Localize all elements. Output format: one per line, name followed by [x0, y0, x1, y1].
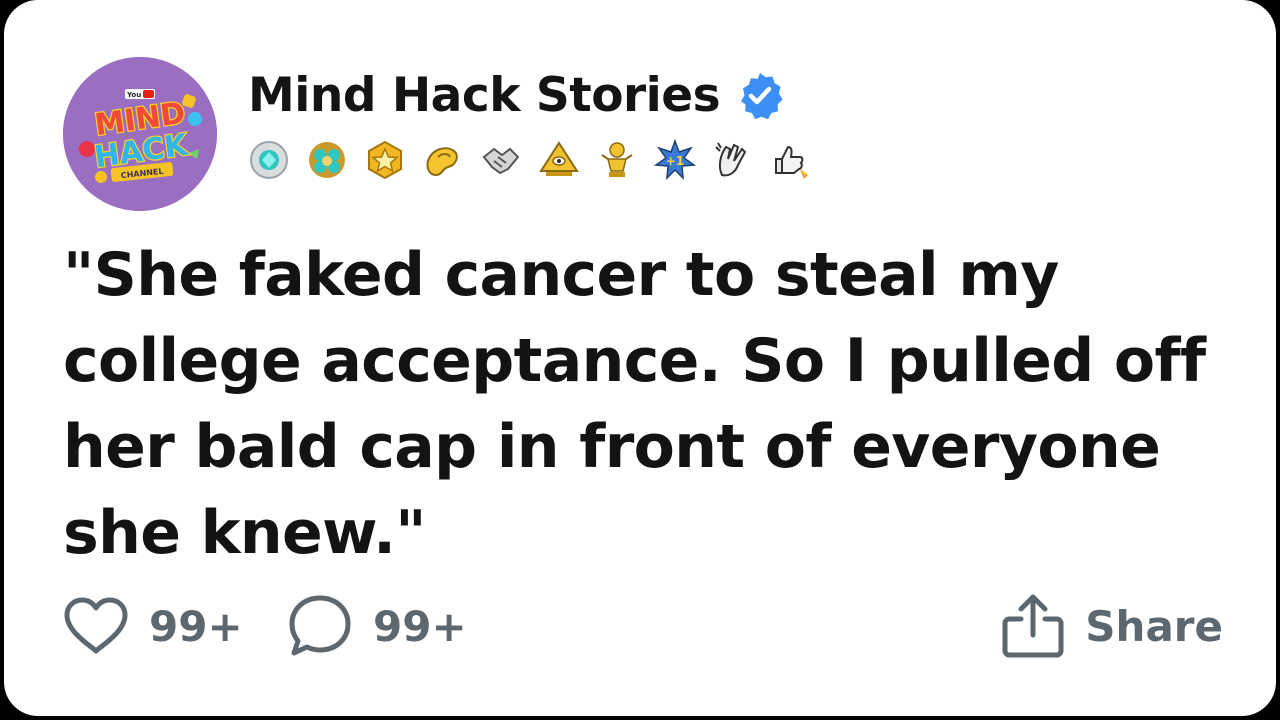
gold-pyramid-badge-icon	[538, 139, 580, 181]
mind-hack-logo-icon: You MIND HACK CHANNEL	[63, 57, 217, 211]
post-actions: 99+ 99+ Share	[63, 590, 1223, 662]
like-button[interactable]: 99+	[63, 590, 243, 662]
comment-bubble-icon	[289, 595, 351, 656]
share-button[interactable]: Share	[1001, 590, 1223, 662]
channel-header: Mind Hack Stories	[248, 62, 784, 128]
verified-badge-icon	[736, 71, 784, 120]
channel-name[interactable]: Mind Hack Stories	[248, 68, 721, 123]
gold-trophy-figure-badge-icon	[596, 139, 638, 181]
post-card: You MIND HACK CHANNEL Mind Hack Stories	[4, 0, 1276, 716]
gem-cluster-badge-icon	[306, 139, 348, 181]
share-label: Share	[1085, 601, 1223, 651]
plus-one-burst-badge-icon: +1	[654, 139, 696, 181]
thumbs-up-rocket-badge-icon	[770, 139, 812, 181]
post-text: "She faked cancer to steal my college ac…	[63, 240, 1206, 568]
award-badges: +1	[248, 136, 828, 184]
turquoise-gem-badge-icon	[248, 139, 290, 181]
comment-count: 99+	[373, 601, 467, 651]
logo-youtube-text: You	[126, 91, 141, 99]
comment-button[interactable]: 99+	[287, 590, 467, 662]
svg-text:+1: +1	[666, 154, 684, 168]
clapping-hands-badge-icon	[712, 139, 754, 181]
gold-star-badge-icon	[364, 139, 406, 181]
handshake-badge-icon	[480, 139, 522, 181]
yellow-hand-badge-icon	[422, 139, 464, 181]
heart-icon	[64, 597, 128, 654]
channel-avatar[interactable]: You MIND HACK CHANNEL	[63, 57, 217, 211]
like-count: 99+	[149, 601, 243, 651]
share-upload-icon	[1002, 594, 1064, 658]
